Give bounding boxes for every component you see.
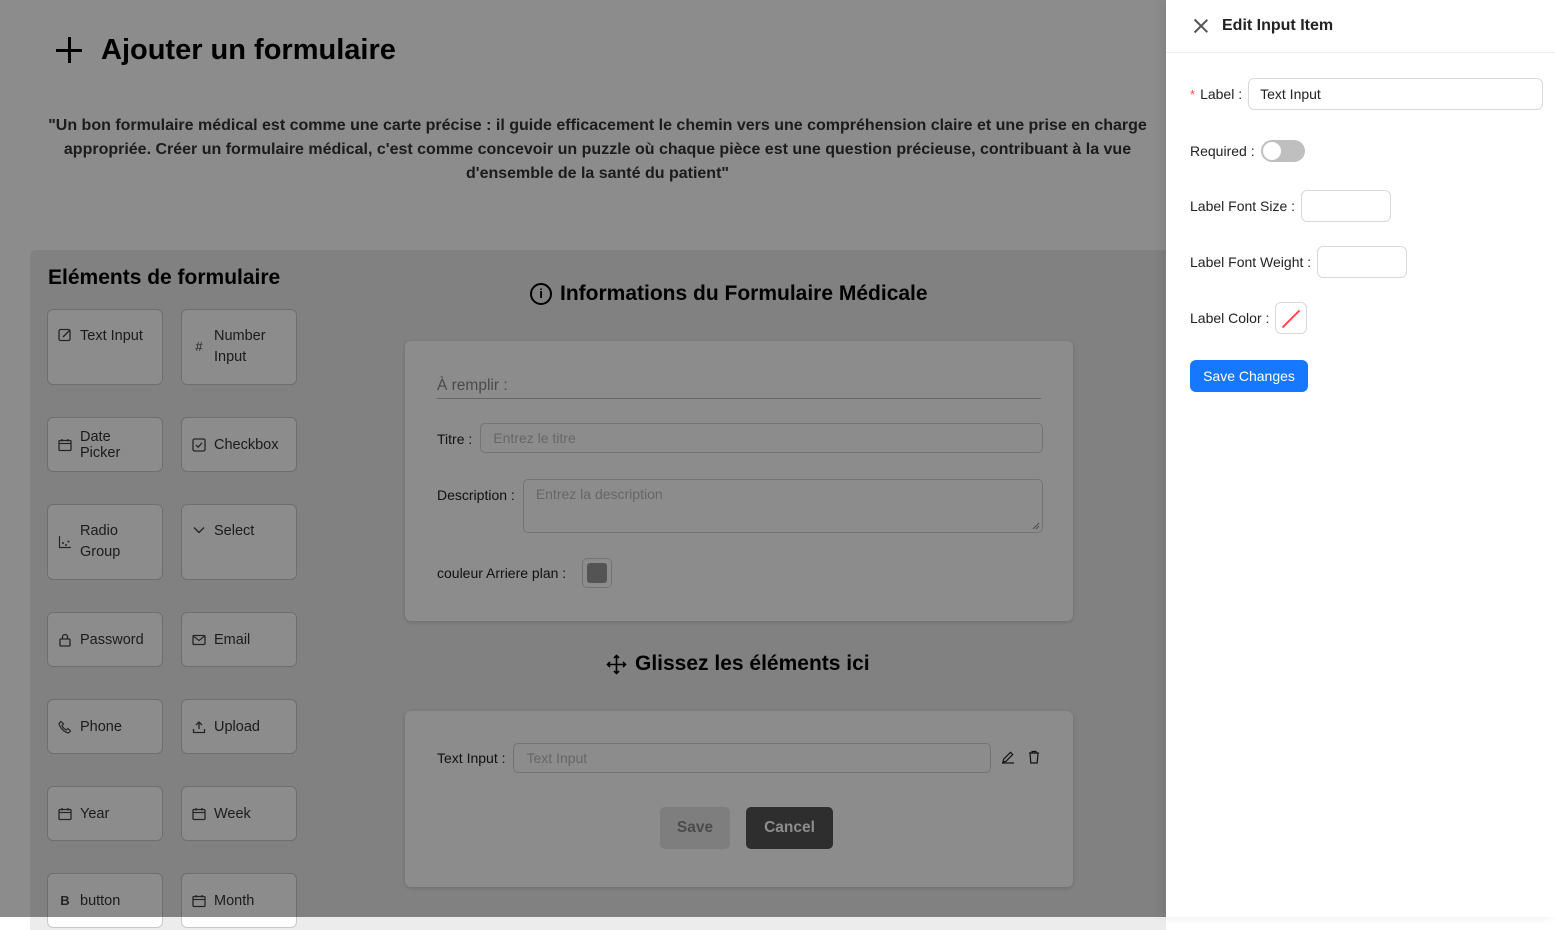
save-changes-button[interactable]: Save Changes (1190, 360, 1308, 392)
drawer-header: Edit Input Item (1166, 0, 1555, 53)
modal-mask[interactable] (0, 0, 1166, 917)
label-color-picker[interactable] (1275, 302, 1308, 334)
label-row: * Label : Text Input (1190, 78, 1544, 110)
required-row: Required : (1190, 140, 1305, 162)
required-mark: * (1190, 86, 1196, 102)
edit-input-drawer: Edit Input Item * Label : Text Input Req… (1166, 0, 1555, 917)
font-weight-input[interactable] (1317, 246, 1408, 278)
font-size-label: Label Font Size : (1190, 198, 1296, 214)
font-weight-row: Label Font Weight : (1190, 246, 1408, 278)
label-color-label: Label Color : (1190, 310, 1270, 326)
font-weight-label: Label Font Weight : (1190, 254, 1312, 270)
label-color-row: Label Color : (1190, 302, 1308, 334)
label-input[interactable]: Text Input (1248, 78, 1544, 110)
close-icon[interactable] (1194, 19, 1208, 33)
font-size-row: Label Font Size : (1190, 190, 1392, 222)
font-size-input[interactable] (1301, 190, 1392, 222)
label-field-label: Label : (1200, 86, 1243, 102)
drawer-title: Edit Input Item (1222, 17, 1334, 34)
required-toggle[interactable] (1260, 140, 1305, 162)
required-label: Required : (1190, 143, 1255, 159)
